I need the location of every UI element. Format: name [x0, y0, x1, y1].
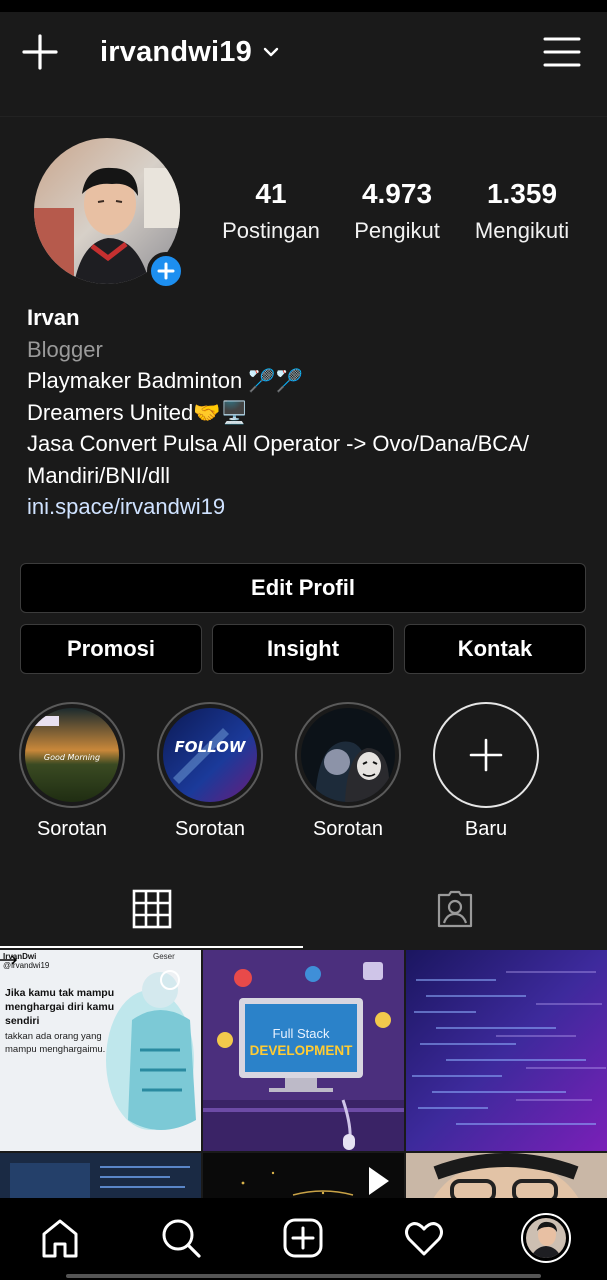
posts-label: Postingan: [222, 218, 320, 243]
following-count: 1.359: [486, 178, 558, 209]
posts-count: 41: [255, 178, 287, 209]
activity-heart-icon[interactable]: [398, 1212, 450, 1264]
stat-followers[interactable]: 4.973 Pengikut: [346, 178, 448, 244]
display-name: Irvan: [27, 305, 80, 330]
post-thumbnail[interactable]: IrvanDwi @irvandwi19 Geser Jika kamu tak…: [0, 950, 201, 1151]
username: irvandwi19: [100, 35, 252, 68]
profile-screen: irvandwi19 41 Postingan 4.973 Pengikut 1…: [0, 12, 607, 1280]
post-thumbnail[interactable]: Full Stack DEVELOPMENT: [203, 950, 404, 1151]
edit-profile-button[interactable]: Edit Profil: [20, 563, 586, 613]
category-label: Blogger: [27, 336, 103, 362]
promote-button[interactable]: Promosi: [20, 624, 202, 674]
highlight-label: Sorotan: [174, 818, 246, 840]
profile-avatar[interactable]: [520, 1212, 572, 1264]
following-label: Mengikuti: [474, 218, 570, 243]
post-thumbnail[interactable]: [0, 1153, 201, 1202]
profile-tabs: [0, 870, 607, 950]
bottom-navigation: [0, 1198, 607, 1280]
post-thumbnail[interactable]: [406, 950, 607, 1151]
bio-line: Dreamers United🤝🖥️: [27, 399, 249, 425]
plus-icon: [157, 262, 175, 280]
post-title-bottom: DEVELOPMENT: [249, 1043, 353, 1058]
contact-button[interactable]: Kontak: [404, 624, 586, 674]
highlight-label: Baru: [464, 818, 508, 840]
new-highlight-button[interactable]: Baru: [433, 702, 539, 841]
highlight-label: Sorotan: [36, 818, 108, 840]
grid-icon: [132, 889, 171, 929]
post-thumbnail[interactable]: [406, 1153, 607, 1202]
highlight-item[interactable]: FOLLOW Sorotan: [157, 702, 263, 841]
insights-button[interactable]: Insight: [212, 624, 394, 674]
plus-icon[interactable]: [20, 32, 60, 72]
home-icon[interactable]: [34, 1212, 86, 1264]
new-highlight-ring: [433, 702, 539, 808]
status-bar: [0, 0, 607, 12]
highlight-item[interactable]: Sorotan: [295, 702, 401, 841]
header-divider: [0, 116, 607, 117]
highlight-overlay-text: FOLLOW: [175, 738, 247, 756]
highlight-overlay-text: Good Morning: [44, 753, 100, 762]
active-tab-indicator: [0, 946, 303, 948]
tab-grid[interactable]: [0, 870, 303, 948]
highlight-cover: Good Morning: [19, 702, 125, 808]
post-brand: IrvanDwi @irvandwi19: [3, 952, 50, 970]
top-bar: irvandwi19: [0, 12, 607, 94]
account-switcher[interactable]: irvandwi19: [100, 34, 280, 70]
stat-following[interactable]: 1.359 Mengikuti: [466, 178, 578, 244]
bio-line: Playmaker Badminton 🏸🏸: [27, 368, 304, 393]
plus-icon: [469, 738, 503, 772]
highlight-item[interactable]: Good Morning Sorotan: [19, 702, 125, 841]
post-headline: Jika kamu tak mampu menghargai diri kamu…: [5, 987, 115, 1027]
post-swipe-label: Geser: [153, 952, 175, 961]
highlight-cover: FOLLOW: [157, 702, 263, 808]
highlight-label: Sorotan: [312, 818, 384, 840]
home-indicator: [66, 1274, 541, 1278]
followers-label: Pengikut: [354, 218, 440, 243]
post-title-top: Full Stack: [272, 1026, 330, 1041]
stat-posts[interactable]: 41 Postingan: [216, 178, 326, 244]
search-icon[interactable]: [155, 1212, 207, 1264]
hamburger-menu-icon[interactable]: [542, 32, 582, 72]
bio-link[interactable]: ini.space/irvandwi19: [27, 491, 587, 523]
bio-line: Jasa Convert Pulsa All Operator -> Ovo/D…: [27, 431, 529, 456]
create-post-icon[interactable]: [277, 1212, 329, 1264]
post-thumbnail[interactable]: [203, 1153, 404, 1202]
tagged-person-icon: [437, 890, 473, 928]
bio-line: Mandiri/BNI/dll: [27, 462, 171, 488]
posts-grid: IrvanDwi @irvandwi19 Geser Jika kamu tak…: [0, 950, 607, 1202]
followers-count: 4.973: [361, 178, 433, 209]
add-story-button[interactable]: [147, 252, 185, 290]
highlight-cover: [295, 702, 401, 808]
post-subtext: takkan ada orang yang mampu menghargaimu…: [5, 1031, 106, 1055]
tab-tagged[interactable]: [303, 870, 607, 948]
bio: Irvan Blogger Playmaker Badminton 🏸🏸 Dre…: [27, 302, 587, 523]
chevron-down-icon: [262, 36, 280, 69]
